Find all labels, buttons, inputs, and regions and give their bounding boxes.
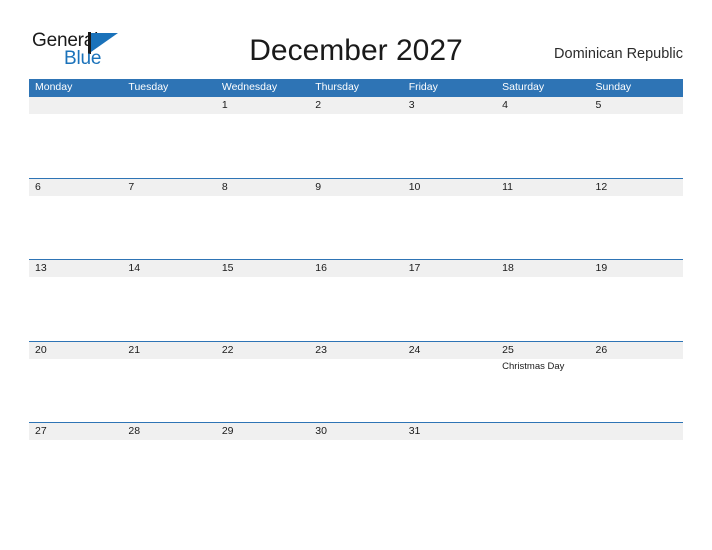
- calendar-day-cell[interactable]: 24: [402, 341, 497, 422]
- calendar-day-cell[interactable]: 31: [402, 423, 497, 504]
- country-label: Dominican Republic: [554, 46, 683, 62]
- calendar-page: General Blue December 2027 Dominican Rep…: [0, 0, 712, 550]
- day-number: 9: [315, 180, 322, 193]
- day-number: 16: [315, 262, 327, 274]
- page-header: General Blue December 2027 Dominican Rep…: [0, 0, 712, 78]
- day-number: 21: [128, 343, 141, 356]
- calendar-day-cell[interactable]: 14: [122, 260, 216, 341]
- calendar-day-cell[interactable]: 19: [589, 260, 683, 341]
- weekday-header-monday: Monday: [35, 81, 73, 93]
- day-number: 6: [35, 180, 41, 193]
- day-number: 25: [502, 343, 514, 356]
- weekday-header-thursday: Thursday: [315, 81, 360, 93]
- day-number: 19: [595, 262, 608, 274]
- calendar-day-cell[interactable]: 21: [122, 341, 216, 422]
- calendar-week-row: 27 28 29 30 31: [29, 422, 683, 504]
- day-number: 13: [35, 262, 47, 274]
- calendar-day-cell[interactable]: 10: [402, 178, 497, 259]
- day-number: 11: [502, 180, 514, 193]
- day-number: 3: [408, 99, 415, 111]
- calendar-day-cell[interactable]: [122, 97, 216, 178]
- calendar-week-row: 13 14 15 16 17 18 19: [29, 259, 683, 341]
- weekday-header-row: Monday Tuesday Wednesday Thursday Friday…: [29, 79, 683, 96]
- calendar-day-cell[interactable]: 1: [215, 97, 310, 178]
- day-event: Christmas Day: [502, 360, 565, 372]
- calendar-grid: Monday Tuesday Wednesday Thursday Friday…: [29, 79, 683, 504]
- calendar-day-cell[interactable]: [29, 97, 123, 178]
- weekday-header-wednesday: Wednesday: [221, 81, 278, 93]
- calendar-week-row: 6 7 8 9 10 11 12: [29, 177, 683, 259]
- day-number: 10: [408, 180, 421, 193]
- day-number: 15: [221, 262, 234, 274]
- day-number: 14: [128, 262, 141, 274]
- calendar-day-cell[interactable]: 29: [215, 423, 310, 504]
- weekday-header-tuesday: Tuesday: [128, 81, 169, 93]
- day-number: 23: [315, 343, 327, 356]
- day-number: 29: [221, 425, 234, 437]
- calendar-day-cell[interactable]: 22: [215, 341, 310, 422]
- calendar-day-cell[interactable]: 23: [309, 341, 403, 422]
- calendar-day-cell[interactable]: 18: [496, 260, 590, 341]
- day-number: 2: [315, 99, 322, 111]
- calendar-day-cell[interactable]: 15: [215, 260, 310, 341]
- calendar-day-cell[interactable]: 20: [29, 341, 123, 422]
- calendar-day-cell[interactable]: [496, 423, 590, 504]
- day-number: 27: [35, 425, 47, 437]
- calendar-day-cell[interactable]: 6: [29, 178, 123, 259]
- calendar-day-cell-christmas[interactable]: 25 Christmas Day: [496, 341, 590, 422]
- calendar-day-cell[interactable]: 8: [215, 178, 310, 259]
- calendar-week-row: 20 21 22 23 24 25 Christmas Day 26: [29, 340, 683, 422]
- calendar-day-cell[interactable]: 27: [29, 423, 123, 504]
- calendar-day-cell[interactable]: 12: [589, 178, 683, 259]
- day-number: 7: [128, 180, 135, 193]
- day-number: 28: [128, 425, 141, 437]
- calendar-day-cell[interactable]: 17: [402, 260, 497, 341]
- weekday-header-saturday: Saturday: [502, 81, 545, 93]
- day-number: 20: [35, 343, 47, 356]
- day-number: 8: [221, 180, 228, 193]
- calendar-day-cell[interactable]: 30: [309, 423, 403, 504]
- weekday-header-sunday: Sunday: [595, 81, 632, 93]
- day-number: 17: [408, 262, 421, 274]
- calendar-day-cell[interactable]: 13: [29, 260, 123, 341]
- calendar-day-cell[interactable]: 7: [122, 178, 216, 259]
- day-number: 12: [595, 180, 608, 193]
- day-number: 18: [502, 262, 514, 274]
- day-number: 4: [502, 99, 508, 111]
- day-number: 5: [595, 99, 602, 111]
- day-number: 31: [408, 425, 421, 437]
- calendar-day-cell[interactable]: 11: [496, 178, 590, 259]
- calendar-day-cell[interactable]: 5: [589, 97, 683, 178]
- day-number: 22: [221, 343, 234, 356]
- calendar-week-row: 1 2 3 4 5: [29, 96, 683, 178]
- day-number: 26: [595, 343, 608, 356]
- calendar-day-cell[interactable]: 3: [402, 97, 497, 178]
- weekday-header-friday: Friday: [408, 81, 438, 93]
- day-number: 1: [221, 99, 228, 111]
- calendar-day-cell[interactable]: 28: [122, 423, 216, 504]
- calendar-day-cell[interactable]: 4: [496, 97, 590, 178]
- day-number: 24: [408, 343, 421, 356]
- calendar-day-cell[interactable]: 16: [309, 260, 403, 341]
- calendar-day-cell[interactable]: [589, 423, 683, 504]
- calendar-day-cell[interactable]: 2: [309, 97, 403, 178]
- calendar-day-cell[interactable]: 9: [309, 178, 403, 259]
- day-number: 30: [315, 425, 327, 437]
- calendar-day-cell[interactable]: 26: [589, 341, 683, 422]
